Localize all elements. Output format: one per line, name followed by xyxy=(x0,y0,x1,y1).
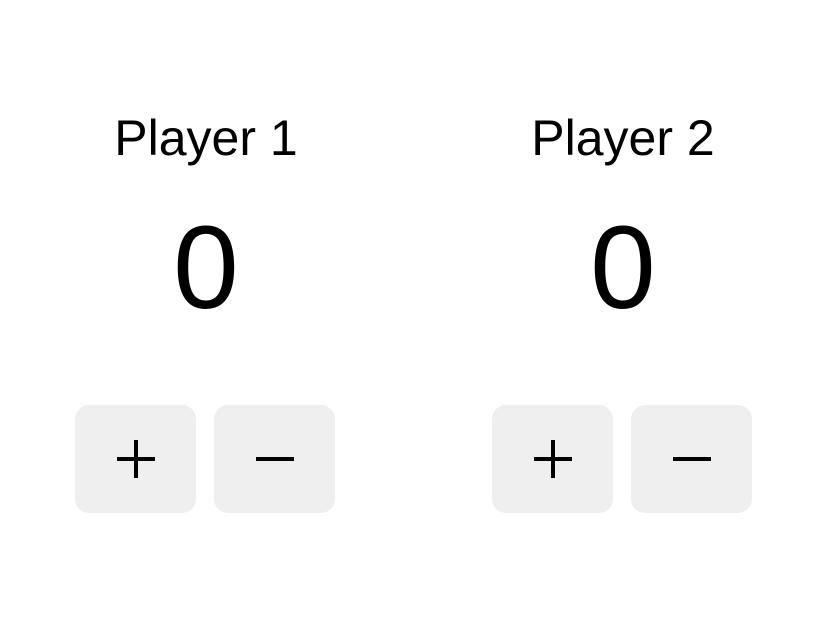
player-2-score: 0 xyxy=(590,202,656,334)
plus-icon xyxy=(114,437,158,481)
player-1-panel: Player 1 0 + − xyxy=(75,0,337,626)
minus-icon xyxy=(253,437,297,481)
player-2-panel: Player 2 0 + − xyxy=(492,0,754,626)
player-1-decrement-button[interactable]: − xyxy=(214,405,335,513)
player-2-decrement-button[interactable]: − xyxy=(631,405,752,513)
minus-icon xyxy=(670,437,714,481)
player-2-increment-button[interactable]: + xyxy=(492,405,613,513)
plus-icon xyxy=(531,437,575,481)
player-2-name: Player 2 xyxy=(531,110,715,166)
player-1-increment-button[interactable]: + xyxy=(75,405,196,513)
player-1-score: 0 xyxy=(173,202,239,334)
player-1-name: Player 1 xyxy=(114,110,298,166)
